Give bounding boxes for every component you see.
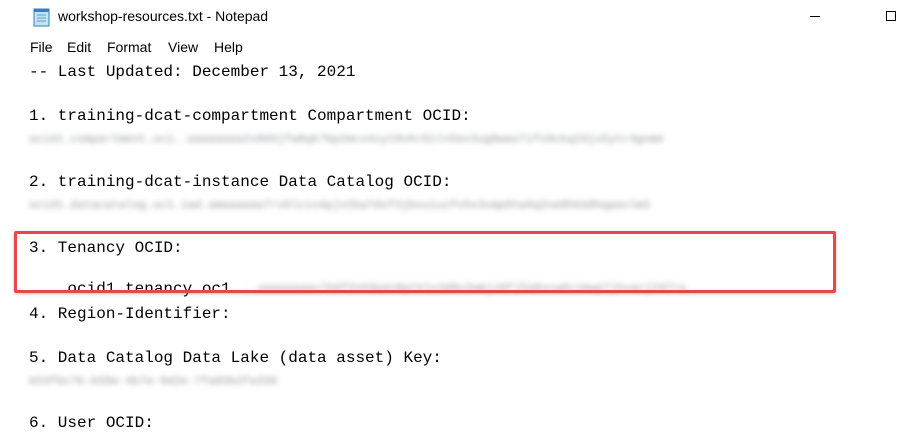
menu-view[interactable]: View <box>168 39 198 55</box>
item2-value-line: ocid1.datacatalog.oc1.iad.amaaaaaa7rx6lc… <box>29 194 650 214</box>
menu-bar: File Edit Format View Help <box>0 34 901 59</box>
tenancy-highlight-box <box>14 231 836 293</box>
item5-value-redacted: b53fbc76-b58e-4b7e-9d2e-7fa83b2fa336 <box>29 376 278 388</box>
notepad-icon <box>33 8 50 27</box>
menu-edit[interactable]: Edit <box>67 39 91 55</box>
item5-value-line: b53fbc76-b58e-4b7e-9d2e-7fa83b2fa336 <box>29 370 277 390</box>
item2-value-redacted: ocid1.datacatalog.oc1.iad.amaaaaaa7rx6lc… <box>29 200 651 212</box>
item1-label: 1. training-dcat-compartment Compartment… <box>29 107 471 125</box>
item6-label: 6. User OCID: <box>29 414 154 432</box>
item2-label: 2. training-dcat-instance Data Catalog O… <box>29 173 452 191</box>
item5-label: 5. Data Catalog Data Lake (data asset) K… <box>29 349 442 367</box>
last-updated-line: -- Last Updated: December 13, 2021 <box>29 63 356 81</box>
item4-label: 4. Region-Identifier: <box>29 305 231 323</box>
menu-file[interactable]: File <box>30 39 53 55</box>
title-bar: workshop-resources.txt - Notepad <box>0 0 901 34</box>
item1-value-redacted: ocid1.compartment.oc1..aaaaaaaa2x9d4jfw8… <box>29 134 664 146</box>
minimize-button[interactable] <box>793 0 839 34</box>
window-title: workshop-resources.txt - Notepad <box>58 8 269 24</box>
menu-format[interactable]: Format <box>107 39 151 55</box>
item1-value-line: ocid1.compartment.oc1..aaaaaaaa2x9d4jfw8… <box>29 128 664 148</box>
maximize-button[interactable] <box>866 0 901 34</box>
menu-help[interactable]: Help <box>214 39 243 55</box>
